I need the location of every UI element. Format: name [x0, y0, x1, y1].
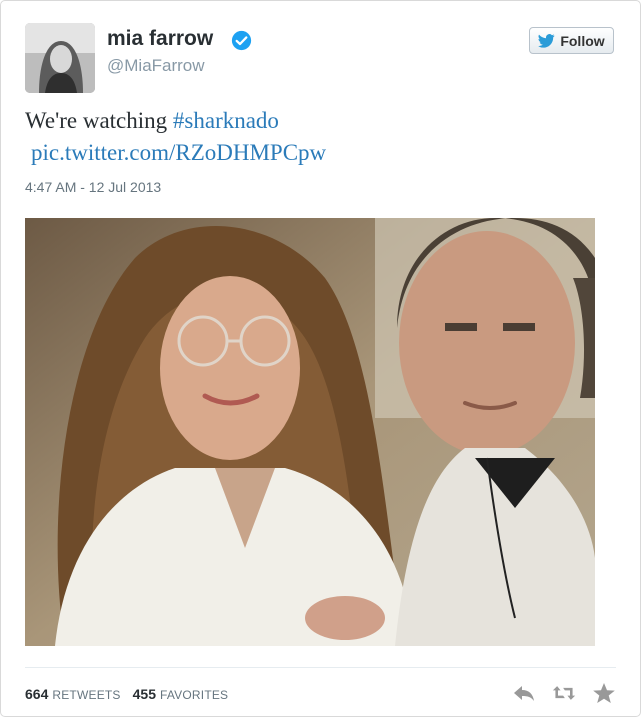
hashtag-link[interactable]: #sharknado [173, 108, 279, 133]
retweets-label[interactable]: RETWEETS [52, 688, 120, 702]
author-handle[interactable]: @MiaFarrow [107, 56, 205, 76]
retweet-icon[interactable] [552, 682, 576, 704]
tweet-card: mia farrow @MiaFarrow Follow We're watch… [0, 0, 641, 717]
follow-label: Follow [560, 32, 605, 49]
reply-icon[interactable] [512, 682, 536, 704]
tweet-stats: 664 RETWEETS 455 FAVORITES [25, 686, 236, 702]
media-link[interactable]: pic.twitter.com/RZoDHMPCpw [31, 137, 326, 169]
tweet-actions [512, 682, 616, 704]
follow-button[interactable]: Follow [529, 27, 614, 54]
author-name[interactable]: mia farrow [107, 27, 213, 51]
favorites-label[interactable]: FAVORITES [160, 688, 228, 702]
author-avatar[interactable] [25, 23, 95, 93]
footer-divider [25, 667, 616, 668]
tweet-body: We're watching [25, 108, 173, 133]
verified-badge-icon [231, 30, 252, 51]
twitter-bird-icon [538, 33, 555, 48]
retweets-count[interactable]: 664 [25, 686, 48, 702]
favorites-count[interactable]: 455 [133, 686, 156, 702]
tweet-photo-image [25, 218, 595, 646]
tweet-text: We're watching #sharknado pic.twitter.co… [25, 105, 615, 169]
profile-photo [25, 23, 95, 93]
tweet-timestamp[interactable]: 4:47 AM - 12 Jul 2013 [25, 179, 161, 195]
tweet-photo[interactable] [25, 218, 595, 646]
star-icon[interactable] [592, 682, 616, 704]
